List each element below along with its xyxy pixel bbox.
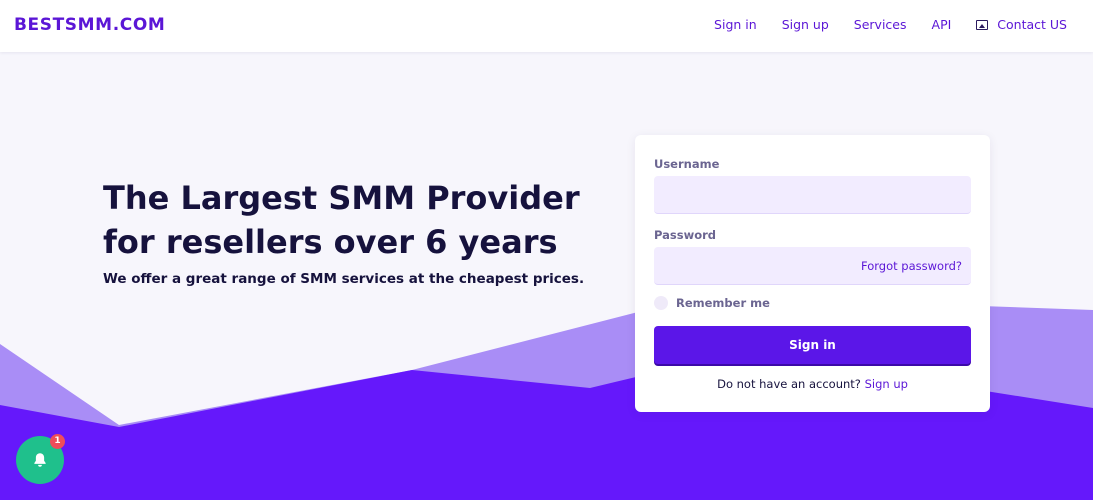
brand-logo[interactable]: BESTSMM.COM: [14, 15, 165, 35]
nav-links: Sign in Sign up Services API Contact US: [689, 17, 1067, 32]
sign-in-button[interactable]: Sign in: [654, 326, 971, 364]
nav-api-link[interactable]: API: [932, 17, 952, 32]
sign-up-link[interactable]: Sign up: [865, 377, 908, 391]
notification-button[interactable]: 1: [16, 434, 65, 484]
password-label: Password: [654, 228, 716, 242]
remember-me-label[interactable]: Remember me: [676, 296, 770, 310]
remember-me-row: Remember me: [654, 296, 770, 310]
forgot-password-link[interactable]: Forgot password?: [861, 259, 962, 273]
image-icon: [976, 19, 989, 30]
hero-title: The Largest SMM Provider for resellers o…: [103, 179, 580, 261]
nav-sign-in-link[interactable]: Sign in: [714, 17, 757, 32]
hero-subtitle: We offer a great range of SMM services a…: [103, 271, 585, 287]
username-label: Username: [654, 157, 720, 171]
nav-contact-link[interactable]: Contact US: [976, 17, 1067, 32]
nav-services-link[interactable]: Services: [854, 17, 907, 32]
bell-icon: [34, 453, 46, 467]
nav-contact-label: Contact US: [997, 17, 1067, 32]
username-input[interactable]: [654, 176, 971, 214]
remember-me-checkbox[interactable]: [654, 296, 668, 310]
notification-badge: 1: [50, 434, 65, 449]
login-card: Username Password Forgot password? Remem…: [635, 135, 990, 412]
top-navbar: BESTSMM.COM Sign in Sign up Services API…: [0, 0, 1093, 52]
nav-sign-up-link[interactable]: Sign up: [782, 17, 829, 32]
no-account-text: Do not have an account?: [717, 377, 861, 391]
signup-prompt: Do not have an account? Sign up: [635, 377, 990, 391]
